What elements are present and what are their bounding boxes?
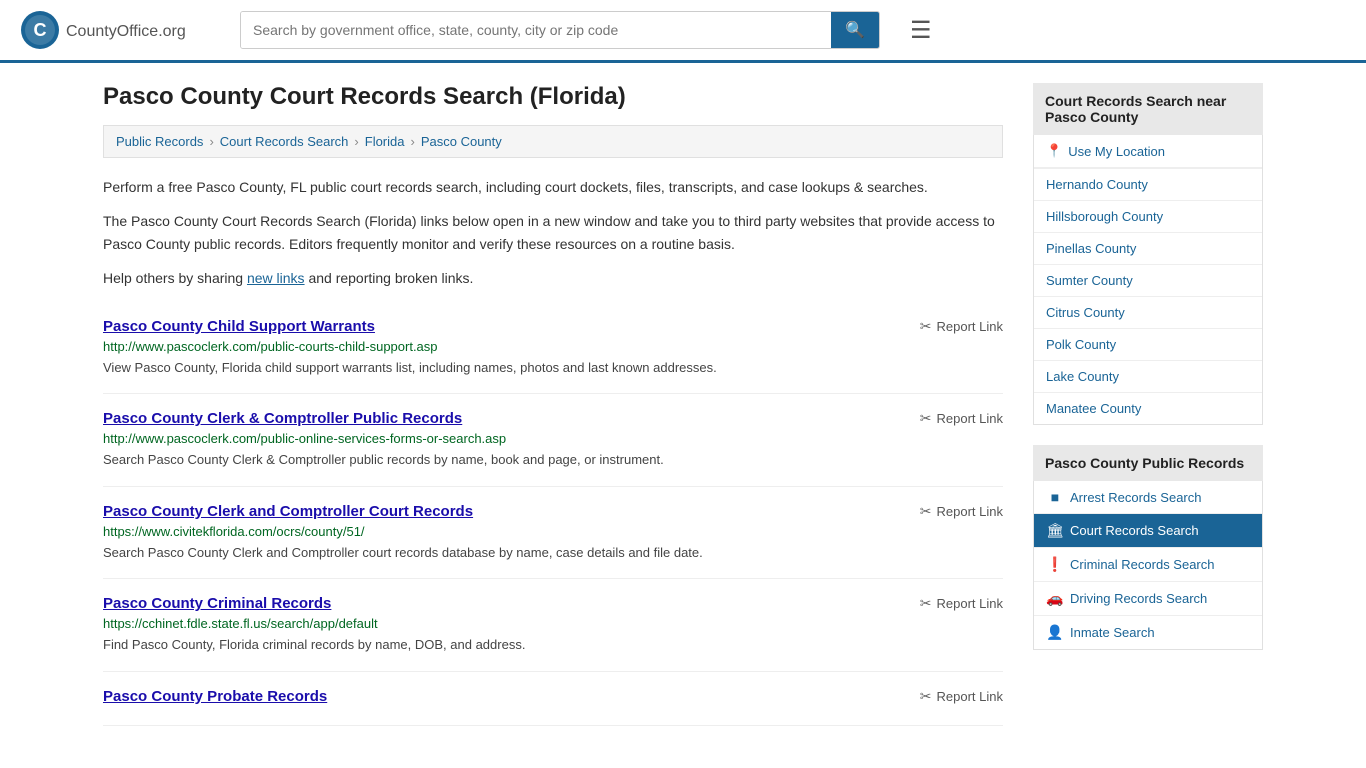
report-link[interactable]: ✂ Report Link — [920, 503, 1003, 520]
breadcrumb-pasco[interactable]: Pasco County — [421, 134, 502, 149]
nearby-county-link[interactable]: Polk County — [1034, 329, 1262, 360]
results-list: Pasco County Child Support Warrants ✂ Re… — [103, 302, 1003, 726]
public-records-link[interactable]: ■ Arrest Records Search — [1034, 481, 1262, 513]
result-title-link[interactable]: Pasco County Child Support Warrants — [103, 318, 375, 335]
result-title-link[interactable]: Pasco County Criminal Records — [103, 595, 331, 612]
nearby-county-link[interactable]: Manatee County — [1034, 393, 1262, 424]
public-records-item[interactable]: 👤 Inmate Search — [1034, 616, 1262, 649]
result-title-row: Pasco County Criminal Records ✂ Report L… — [103, 595, 1003, 612]
nearby-county-item[interactable]: Lake County — [1034, 361, 1262, 393]
search-bar[interactable]: 🔍 — [240, 11, 880, 49]
nearby-list: 📍 Use My Location Hernando CountyHillsbo… — [1033, 135, 1263, 425]
report-link[interactable]: ✂ Report Link — [920, 318, 1003, 335]
public-records-link[interactable]: 🚗 Driving Records Search — [1034, 582, 1262, 615]
report-link-icon: ✂ — [920, 595, 932, 612]
breadcrumb-public-records[interactable]: Public Records — [116, 134, 203, 149]
public-records-item[interactable]: 🏛 Court Records Search — [1034, 514, 1262, 548]
result-item: Pasco County Child Support Warrants ✂ Re… — [103, 302, 1003, 395]
description-para2: The Pasco County Court Records Search (F… — [103, 210, 1003, 255]
nearby-county-item[interactable]: Pinellas County — [1034, 233, 1262, 265]
logo-area[interactable]: C CountyOffice.org — [20, 10, 220, 50]
use-location-item[interactable]: 📍 Use My Location — [1034, 135, 1262, 169]
result-url: http://www.pascoclerk.com/public-courts-… — [103, 339, 1003, 354]
nearby-county-link[interactable]: Sumter County — [1034, 265, 1262, 296]
report-link-icon: ✂ — [920, 410, 932, 427]
public-records-link[interactable]: 🏛 Court Records Search — [1034, 514, 1262, 547]
svg-text:C: C — [34, 20, 47, 40]
nearby-county-item[interactable]: Manatee County — [1034, 393, 1262, 424]
report-link[interactable]: ✂ Report Link — [920, 688, 1003, 705]
search-button[interactable]: 🔍 — [831, 12, 879, 48]
result-title-row: Pasco County Probate Records ✂ Report Li… — [103, 688, 1003, 705]
result-url: http://www.pascoclerk.com/public-online-… — [103, 431, 1003, 446]
result-item: Pasco County Clerk and Comptroller Court… — [103, 487, 1003, 580]
page-container: Pasco County Court Records Search (Flori… — [83, 63, 1283, 746]
public-records-item[interactable]: 🚗 Driving Records Search — [1034, 582, 1262, 616]
nearby-county-item[interactable]: Sumter County — [1034, 265, 1262, 297]
logo-text: CountyOffice.org — [66, 19, 186, 42]
nearby-county-item[interactable]: Citrus County — [1034, 297, 1262, 329]
search-icon: 🔍 — [845, 22, 865, 39]
public-records-section: Pasco County Public Records ■ Arrest Rec… — [1033, 445, 1263, 650]
result-desc: Search Pasco County Clerk and Comptrolle… — [103, 543, 1003, 563]
result-desc: View Pasco County, Florida child support… — [103, 358, 1003, 378]
result-title-row: Pasco County Clerk and Comptroller Court… — [103, 503, 1003, 520]
result-title-link[interactable]: Pasco County Clerk and Comptroller Court… — [103, 503, 473, 520]
result-url: https://cchinet.fdle.state.fl.us/search/… — [103, 616, 1003, 631]
result-title-link[interactable]: Pasco County Clerk & Comptroller Public … — [103, 410, 462, 427]
public-records-list: ■ Arrest Records Search 🏛 Court Records … — [1033, 481, 1263, 650]
breadcrumb-florida[interactable]: Florida — [365, 134, 405, 149]
result-item: Pasco County Clerk & Comptroller Public … — [103, 394, 1003, 487]
result-title-row: Pasco County Child Support Warrants ✂ Re… — [103, 318, 1003, 335]
page-title: Pasco County Court Records Search (Flori… — [103, 83, 1003, 111]
public-records-item[interactable]: ■ Arrest Records Search — [1034, 481, 1262, 514]
main-content: Pasco County Court Records Search (Flori… — [103, 83, 1003, 726]
report-link[interactable]: ✂ Report Link — [920, 595, 1003, 612]
sidebar-item-icon: ■ — [1046, 489, 1064, 505]
report-link-icon: ✂ — [920, 503, 932, 520]
description-para3: Help others by sharing new links and rep… — [103, 267, 1003, 289]
result-item: Pasco County Criminal Records ✂ Report L… — [103, 579, 1003, 672]
breadcrumb: Public Records › Court Records Search › … — [103, 125, 1003, 158]
public-records-header: Pasco County Public Records — [1033, 445, 1263, 481]
site-header: C CountyOffice.org 🔍 ☰ — [0, 0, 1366, 63]
new-links-link[interactable]: new links — [247, 270, 305, 286]
sidebar-item-icon: 👤 — [1046, 624, 1064, 641]
logo-icon: C — [20, 10, 60, 50]
location-icon: 📍 — [1046, 143, 1062, 159]
menu-icon[interactable]: ☰ — [910, 16, 932, 45]
nearby-section: Court Records Search near Pasco County 📍… — [1033, 83, 1263, 425]
nearby-county-link[interactable]: Lake County — [1034, 361, 1262, 392]
result-desc: Find Pasco County, Florida criminal reco… — [103, 635, 1003, 655]
result-desc: Search Pasco County Clerk & Comptroller … — [103, 450, 1003, 470]
result-title-row: Pasco County Clerk & Comptroller Public … — [103, 410, 1003, 427]
nearby-county-item[interactable]: Hillsborough County — [1034, 201, 1262, 233]
nearby-header: Court Records Search near Pasco County — [1033, 83, 1263, 135]
nearby-county-item[interactable]: Hernando County — [1034, 169, 1262, 201]
nearby-county-link[interactable]: Pinellas County — [1034, 233, 1262, 264]
description-para1: Perform a free Pasco County, FL public c… — [103, 176, 1003, 198]
use-location-link[interactable]: 📍 Use My Location — [1034, 135, 1262, 168]
nearby-county-link[interactable]: Citrus County — [1034, 297, 1262, 328]
report-link-icon: ✂ — [920, 318, 932, 335]
public-records-link[interactable]: ❗ Criminal Records Search — [1034, 548, 1262, 581]
nearby-county-link[interactable]: Hernando County — [1034, 169, 1262, 200]
sidebar: Court Records Search near Pasco County 📍… — [1033, 83, 1263, 726]
nearby-county-item[interactable]: Polk County — [1034, 329, 1262, 361]
result-url: https://www.civitekflorida.com/ocrs/coun… — [103, 524, 1003, 539]
result-title-link[interactable]: Pasco County Probate Records — [103, 688, 327, 705]
sidebar-item-icon: ❗ — [1046, 556, 1064, 573]
public-records-link[interactable]: 👤 Inmate Search — [1034, 616, 1262, 649]
breadcrumb-court-records[interactable]: Court Records Search — [220, 134, 349, 149]
report-link[interactable]: ✂ Report Link — [920, 410, 1003, 427]
sidebar-item-icon: 🏛 — [1046, 522, 1064, 539]
sidebar-item-icon: 🚗 — [1046, 590, 1064, 607]
result-item: Pasco County Probate Records ✂ Report Li… — [103, 672, 1003, 726]
search-input[interactable] — [241, 12, 831, 48]
public-records-item[interactable]: ❗ Criminal Records Search — [1034, 548, 1262, 582]
nearby-county-link[interactable]: Hillsborough County — [1034, 201, 1262, 232]
report-link-icon: ✂ — [920, 688, 932, 705]
